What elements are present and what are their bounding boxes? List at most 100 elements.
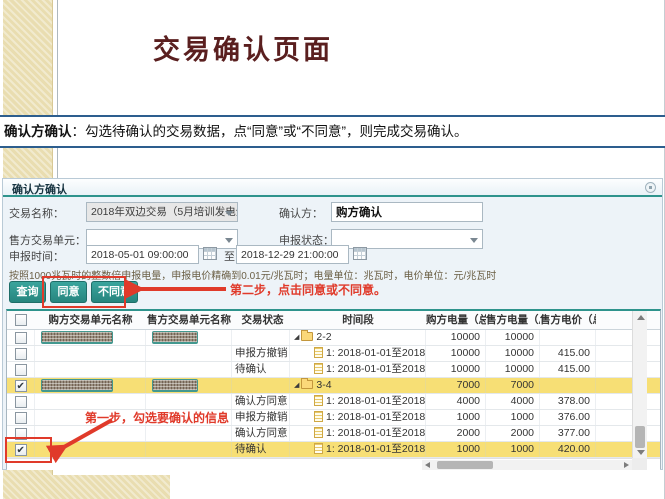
trade-name-select[interactable]: 2018年双边交易（5月培训发电企 [86,202,238,222]
buyer-unit-cell [35,362,146,377]
period-cell: 1: 2018-01-01至2018-12-31 [290,410,426,425]
chevron-down-icon [225,211,233,216]
confirm-party-input[interactable] [331,202,483,222]
sell-qty-cell: 10000 [486,330,540,345]
instruction-banner: 确认方确认：勾选待确认的交易数据，点“同意”或“不同意”，则完成交易确认。 [0,115,665,148]
table-row[interactable]: 待确认1: 2018-01-01至2018-12-311000010000415… [7,362,660,378]
row-checkbox[interactable] [15,412,27,424]
censored-buyer-name [41,379,113,392]
censored-seller-name [152,331,198,344]
vertical-scroll-thumb[interactable] [635,426,645,448]
header-checkbox-cell [7,311,35,329]
seller-unit-cell [146,426,232,441]
calendar-icon[interactable] [203,247,217,260]
group-label: 2-2 [316,331,331,343]
row-checkbox[interactable] [15,348,27,360]
calendar-icon[interactable] [353,247,367,260]
period-cell: 1: 2018-01-01至2018-12-31 [290,426,426,441]
step2-highlight-box [42,276,126,308]
filler-cell [596,378,632,393]
checkbox-cell [7,394,35,409]
filler-cell [596,330,632,345]
document-icon [314,443,323,454]
table-row[interactable]: 申报方撤销1: 2018-01-01至2018-12-3110000100004… [7,346,660,362]
panel-title: 确认方确认 [12,181,67,197]
seller-unit-cell [146,394,232,409]
chevron-down-icon [470,238,478,243]
column-header: 购方交易单元名称 [35,311,146,329]
seller-unit-cell [146,442,232,457]
column-header: 时间段 [290,311,426,329]
column-header: 售方交易单元名称 [146,311,232,329]
horizontal-scrollbar[interactable] [422,460,632,470]
select-all-checkbox[interactable] [15,314,27,326]
filler-cell [596,426,632,441]
buyer-unit-cell [35,330,146,345]
price-cell: 377.00 [540,426,596,441]
scroll-right-icon[interactable] [624,462,629,468]
period-cell: 1: 2018-01-01至2018-12-31 [290,362,426,377]
slide-divider-line [57,0,58,178]
query-button[interactable]: 查询 [9,281,46,303]
filler-cell [596,394,632,409]
buy-qty-cell: 1000 [426,442,486,457]
checkbox-cell [7,346,35,361]
buyer-unit-cell [35,394,146,409]
instruction-text: ：勾选待确认的交易数据，点“同意”或“不同意”，则完成交易确认。 [72,124,468,139]
price-cell: 376.00 [540,410,596,425]
table-row[interactable]: ◢3-470007000 [7,378,660,394]
period-label: 1: 2018-01-01至2018-12-31 [326,395,426,407]
table-row[interactable]: 确认方同意1: 2018-01-01至2018-12-3140004000378… [7,394,660,410]
folder-icon [301,380,313,389]
folder-icon [301,332,313,341]
declare-status-select[interactable] [331,229,483,249]
sell-qty-cell: 7000 [486,378,540,393]
close-icon[interactable] [645,182,656,193]
confirm-party-label: 确认方： [279,205,323,221]
scroll-down-icon[interactable] [637,450,645,455]
seller-unit-label: 售方交易单元： [9,232,86,248]
buyer-unit-cell [35,378,146,393]
column-header: 购方电量（总） [426,311,486,329]
table-footer [7,458,660,470]
filler-cell [596,346,632,361]
checkbox-cell [7,330,35,345]
period-label: 1: 2018-01-01至2018-12-31 [326,443,426,455]
status-cell [232,378,290,393]
table-row[interactable]: ◢2-21000010000 [7,330,660,346]
status-cell: 待确认 [232,362,290,377]
expand-icon[interactable]: ◢ [294,330,299,345]
table-row[interactable]: 确认方同意1: 2018-01-01至2018-12-3120002000377… [7,426,660,442]
price-cell [540,378,596,393]
document-icon [314,363,323,374]
row-checkbox[interactable] [15,396,27,408]
row-checkbox[interactable] [15,380,27,392]
filler-cell [596,410,632,425]
trade-table: 购方交易单元名称售方交易单元名称交易状态时间段购方电量（总）售方电量（总）售方电… [6,309,661,469]
horizontal-scroll-thumb[interactable] [437,461,493,469]
seller-unit-cell [146,378,232,393]
column-header: 售方电量（总） [486,311,540,329]
instruction-term: 确认方确认 [4,124,72,139]
expand-icon[interactable]: ◢ [294,378,299,393]
scroll-up-icon[interactable] [637,315,645,320]
scroll-left-icon[interactable] [425,462,430,468]
period-cell: 1: 2018-01-01至2018-12-31 [290,394,426,409]
row-checkbox[interactable] [15,364,27,376]
time-from-input[interactable] [86,245,199,264]
vertical-scrollbar[interactable] [632,311,647,458]
buy-qty-cell: 1000 [426,410,486,425]
step1-annotation: 第一步，勾选要确认的信息 [85,409,229,426]
table-row[interactable]: 待确认1: 2018-01-01至2018-12-3110001000420.0… [7,442,660,458]
trade-name-label: 交易名称： [9,205,64,221]
period-cell: ◢ 2-2 [290,330,426,345]
time-to-input[interactable] [236,245,349,264]
period-cell: ◢3-4 [290,378,426,393]
row-checkbox[interactable] [15,332,27,344]
sell-qty-cell: 1000 [486,442,540,457]
buy-qty-cell: 2000 [426,426,486,441]
buyer-unit-cell [35,346,146,361]
declare-time-label: 申报时间： [9,248,64,264]
document-icon [314,427,323,438]
sell-qty-cell: 4000 [486,394,540,409]
